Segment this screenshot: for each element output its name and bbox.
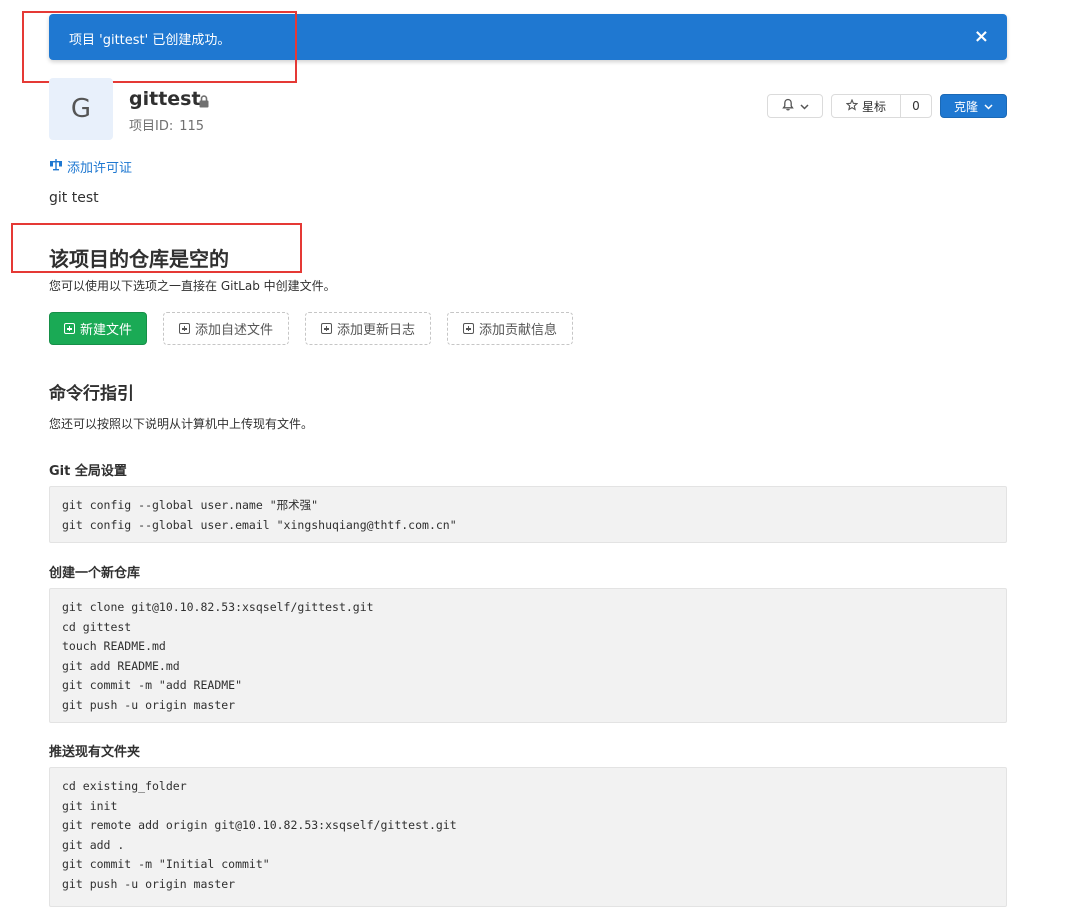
scale-icon [49,158,63,175]
avatar-letter: G [70,94,92,124]
create-repo-title: 创建一个新仓库 [49,566,141,581]
new-file-button[interactable]: 新建文件 [49,312,147,345]
new-file-label: 新建文件 [79,323,132,338]
chevron-down-icon [799,100,809,113]
project-avatar[interactable]: G [49,78,113,140]
clone-label: 克隆 [953,99,978,114]
project-id-label: 项目ID: [129,119,174,134]
git-global-setup-code[interactable]: git config --global user.name "邢术强" git … [49,486,1007,543]
notification-dropdown[interactable] [767,94,823,118]
star-icon [845,98,859,114]
add-contributing-button[interactable]: 添加贡献信息 [447,312,573,345]
plus-square-icon [320,323,332,334]
clone-button[interactable]: 克隆 [940,94,1007,118]
annotation-box-flash [22,11,297,83]
add-readme-button[interactable]: 添加自述文件 [163,312,289,345]
plus-square-icon [462,323,474,334]
empty-repo-subtitle: 您可以使用以下选项之一直接在 GitLab 中创建文件。 [49,279,336,293]
star-button[interactable]: 星标 [832,95,901,117]
plus-square-icon [178,323,190,334]
push-folder-code[interactable]: cd existing_folder git init git remote a… [49,767,1007,907]
chevron-down-icon [984,99,993,113]
project-description: git test [49,190,99,206]
star-label: 星标 [861,99,886,114]
add-license-label: 添加许可证 [67,161,133,176]
add-contributing-label: 添加贡献信息 [478,323,557,338]
lock-icon [198,93,210,112]
add-changelog-label: 添加更新日志 [336,323,415,338]
add-changelog-button[interactable]: 添加更新日志 [305,312,431,345]
star-count[interactable]: 0 [901,95,931,117]
create-repo-code[interactable]: git clone git@10.10.82.53:xsqself/gittes… [49,588,1007,723]
empty-repo-title: 该项目的仓库是空的 [49,247,229,271]
cli-instructions-subtitle: 您还可以按照以下说明从计算机中上传现有文件。 [49,417,314,431]
push-folder-title: 推送现有文件夹 [49,745,141,760]
star-group: 星标 0 [831,94,932,118]
add-license-link[interactable]: 添加许可证 [49,157,132,176]
project-id-value: 115 [179,119,205,134]
close-icon[interactable]: × [974,26,989,47]
git-global-setup-title: Git 全局设置 [49,464,127,479]
add-readme-label: 添加自述文件 [194,323,273,338]
project-name: gittest [129,88,201,110]
bell-icon [781,98,794,114]
project-id: 项目ID: 115 [129,115,204,134]
cli-instructions-title: 命令行指引 [49,384,134,404]
plus-square-icon [63,323,75,334]
